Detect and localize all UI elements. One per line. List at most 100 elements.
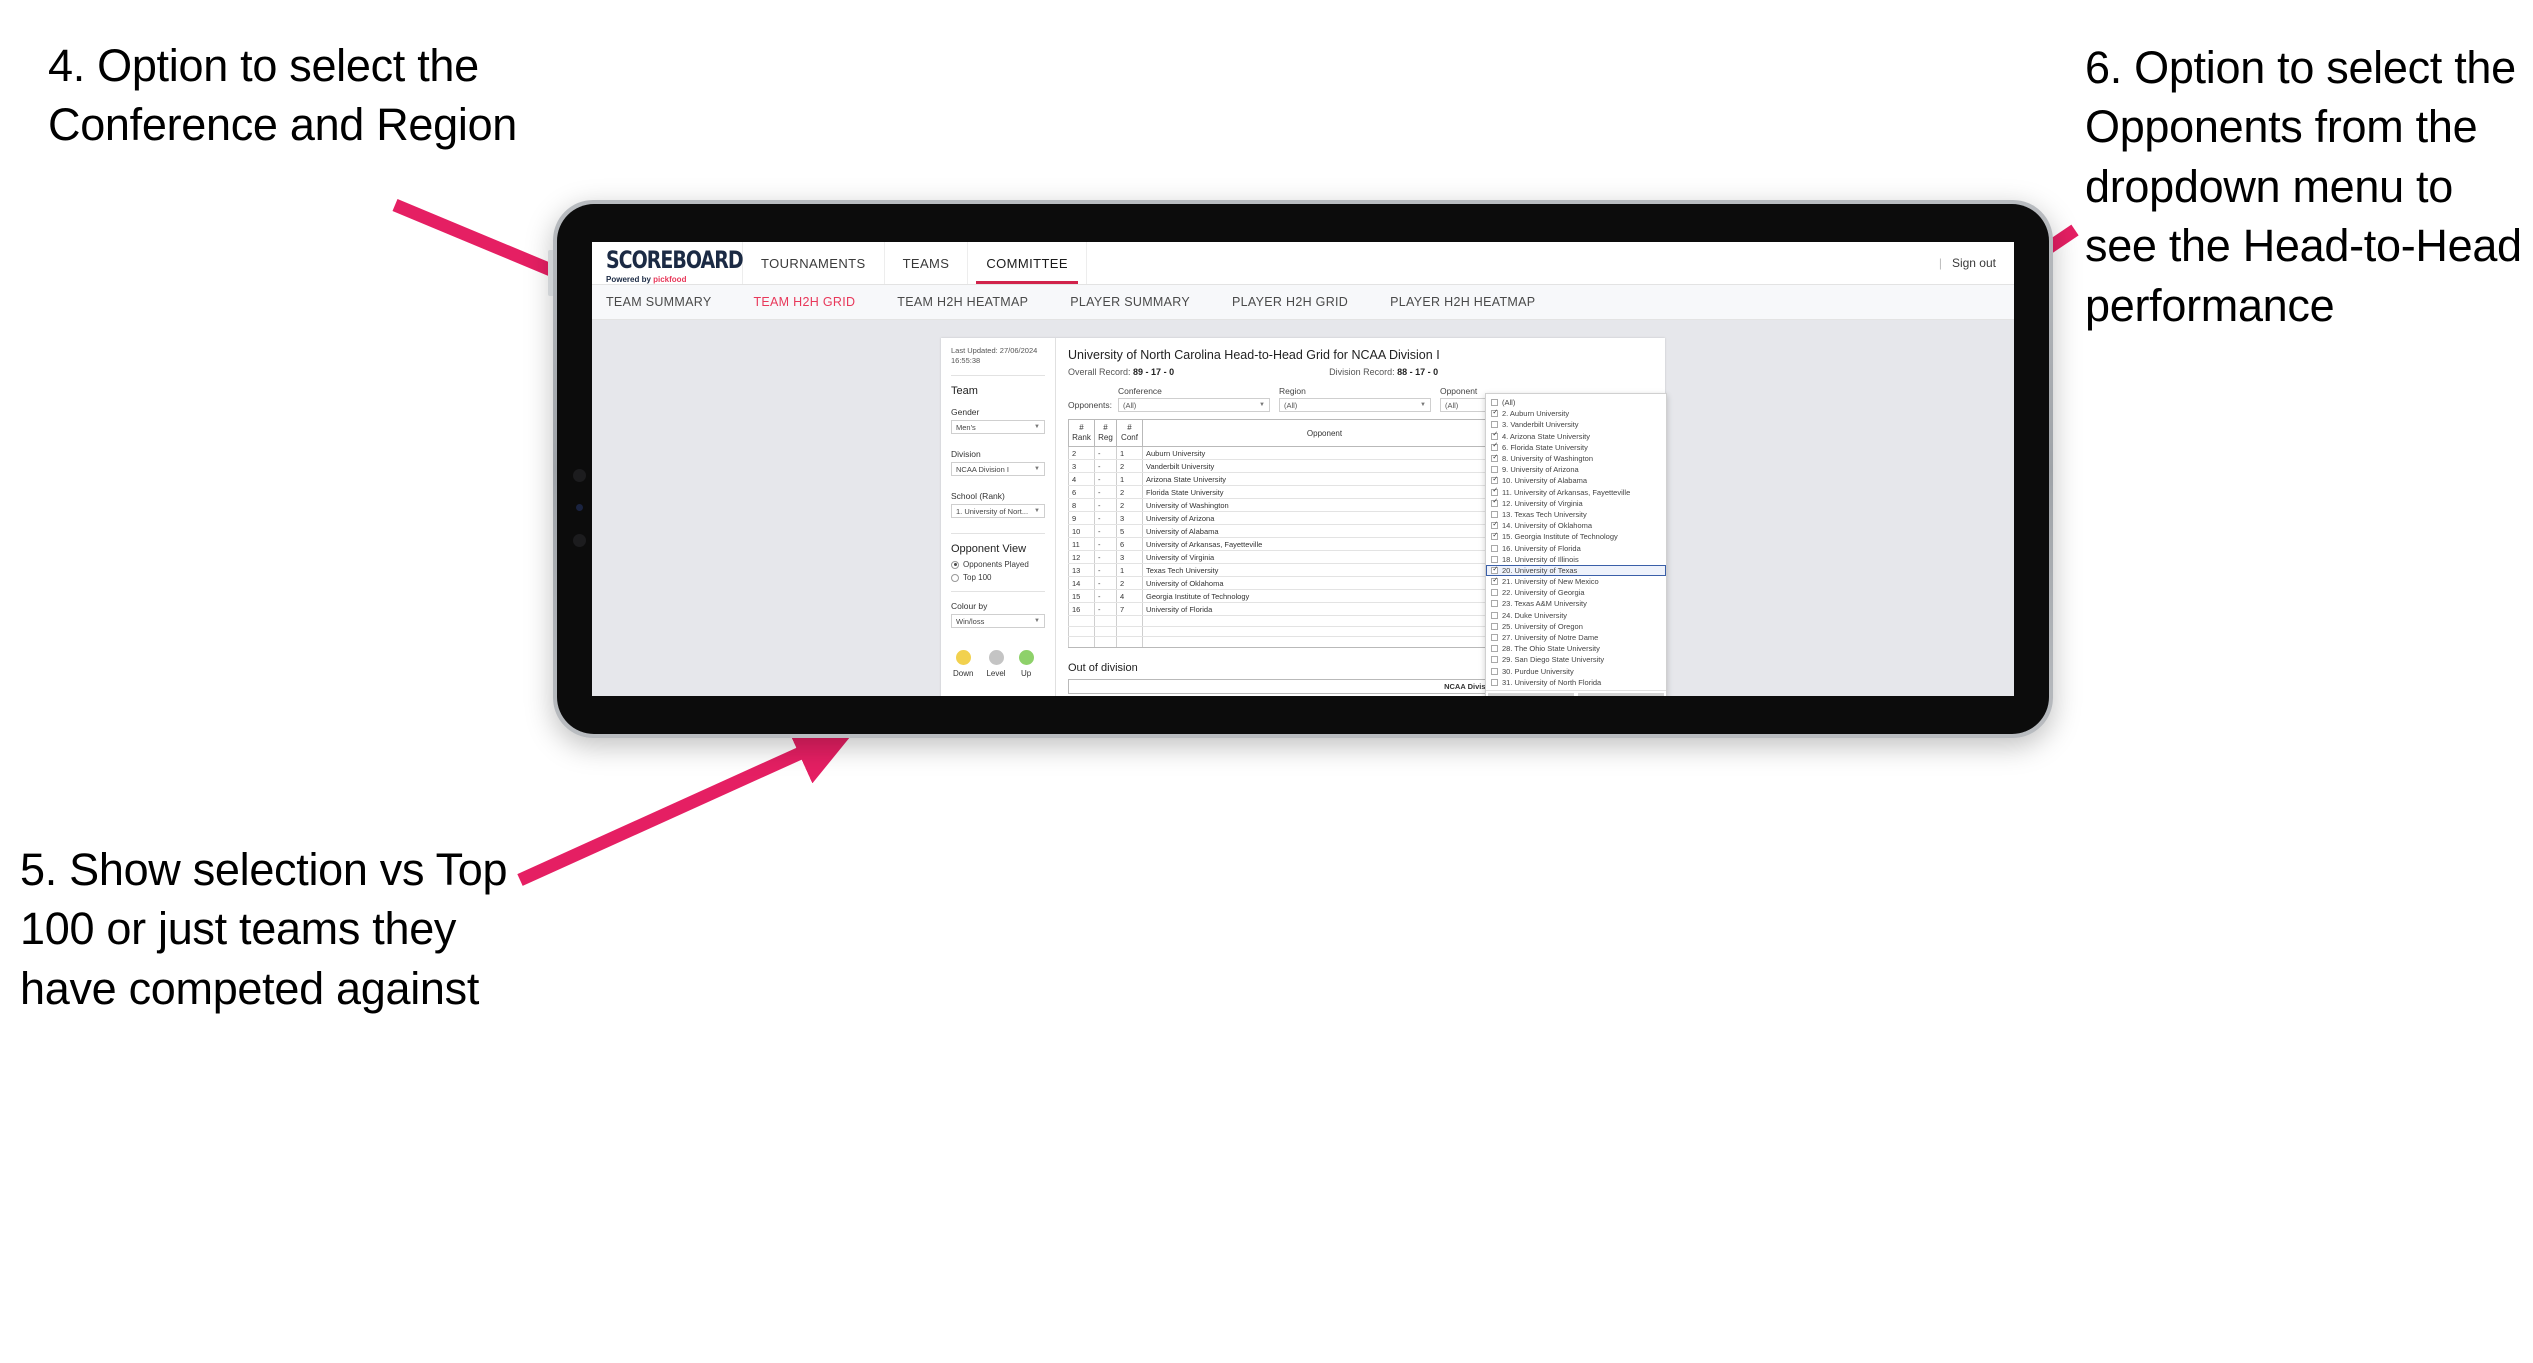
checkbox-icon[interactable] — [1491, 622, 1498, 630]
opponent-option[interactable]: 9. University of Arizona — [1486, 464, 1666, 475]
checkbox-icon[interactable] — [1491, 656, 1498, 664]
ood-label: NCAA Division II — [1068, 678, 1507, 694]
cell-reg: - — [1094, 576, 1117, 590]
checkbox-icon[interactable] — [1491, 522, 1498, 530]
checkbox-icon[interactable] — [1491, 667, 1498, 675]
cancel-button[interactable]: Cancel — [1488, 692, 1574, 696]
opponent-option-label: 30. Purdue University — [1502, 666, 1574, 676]
tablet-side-button[interactable] — [548, 250, 553, 296]
brand-logo[interactable]: SCOREBOARD Powered by pickfood — [592, 242, 744, 284]
cell-reg: - — [1094, 472, 1117, 486]
nav-teams[interactable]: TEAMS — [883, 242, 968, 284]
opponent-option[interactable]: 21. University of New Mexico — [1486, 576, 1666, 587]
subnav-player-summary[interactable]: PLAYER SUMMARY — [1070, 295, 1210, 309]
radio-opponents-played[interactable]: Opponents Played — [951, 560, 1045, 569]
opponent-option[interactable]: 27. University of Notre Dame — [1486, 632, 1666, 643]
apply-button[interactable]: Apply — [1578, 692, 1664, 696]
opponent-option[interactable]: 25. University of Oregon — [1486, 621, 1666, 632]
opponent-option[interactable]: 12. University of Virginia — [1486, 498, 1666, 509]
nav-tournaments[interactable]: TOURNAMENTS — [742, 242, 884, 284]
checkbox-icon[interactable] — [1491, 399, 1498, 407]
school-value: 1. University of Nort... — [956, 506, 1029, 516]
checkbox-icon[interactable] — [1491, 466, 1498, 474]
opponent-option[interactable]: 4. Arizona State University — [1486, 431, 1666, 442]
subnav-player-h2h-heatmap[interactable]: PLAYER H2H HEATMAP — [1390, 295, 1555, 309]
nav-committee[interactable]: COMMITTEE — [967, 242, 1087, 284]
cell-opponent: Texas Tech University — [1142, 563, 1507, 577]
checkbox-icon[interactable] — [1491, 634, 1498, 642]
opponent-option[interactable]: 10. University of Alabama — [1486, 475, 1666, 486]
opponent-option[interactable]: 28. The Ohio State University — [1486, 643, 1666, 654]
radio-top-100[interactable]: Top 100 — [951, 573, 1045, 582]
cell-opponent: University of Oklahoma — [1142, 576, 1507, 590]
opponent-option-label: 21. University of New Mexico — [1502, 577, 1599, 587]
checkbox-icon[interactable] — [1491, 611, 1498, 619]
opponent-option[interactable]: 11. University of Arkansas, Fayetteville — [1486, 487, 1666, 498]
conference-select[interactable]: (All) ▼ — [1117, 398, 1270, 412]
checkbox-icon[interactable] — [1491, 455, 1498, 463]
checkbox-icon[interactable] — [1491, 443, 1498, 451]
checkbox-icon[interactable] — [1491, 499, 1498, 507]
subnav-team-h2h-grid[interactable]: TEAM H2H GRID — [753, 295, 875, 309]
team-heading: Team — [951, 385, 978, 398]
opponent-option[interactable]: 29. San Diego State University — [1486, 654, 1666, 665]
opponent-option-label: 23. Texas A&M University — [1502, 599, 1587, 609]
checkbox-icon[interactable] — [1491, 510, 1498, 518]
division-select[interactable]: NCAA Division I ▼ — [951, 462, 1045, 477]
page-title: University of North Carolina Head-to-Hea… — [1068, 348, 1440, 362]
colour-by-select[interactable]: Win/loss ▼ — [951, 614, 1045, 629]
checkbox-icon[interactable] — [1491, 477, 1498, 485]
opponent-option[interactable]: 18. University of Illinois — [1486, 554, 1666, 565]
radio-label: Opponents Played — [963, 560, 1029, 570]
checkbox-icon[interactable] — [1491, 555, 1498, 563]
cell-opponent: Vanderbilt University — [1142, 459, 1507, 473]
opponent-option[interactable]: 22. University of Georgia — [1486, 587, 1666, 598]
subnav-player-h2h-grid[interactable]: PLAYER H2H GRID — [1232, 295, 1368, 309]
opponent-option[interactable]: 6. Florida State University — [1486, 442, 1666, 453]
opponent-option[interactable]: 8. University of Washington — [1486, 453, 1666, 464]
opponent-option[interactable]: 20. University of Texas — [1486, 564, 1666, 576]
opponent-option[interactable]: 30. Purdue University — [1486, 666, 1666, 677]
brand-tagline: Powered by pickfood — [606, 275, 687, 284]
checkbox-icon[interactable] — [1491, 645, 1498, 653]
opponent-option[interactable]: 2. Auburn University — [1486, 408, 1666, 419]
sign-out-link[interactable]: Sign out — [1952, 256, 1996, 270]
opponent-option[interactable]: 31. University of North Florida — [1486, 677, 1666, 688]
gender-select[interactable]: Men's ▼ — [951, 420, 1045, 435]
checkbox-icon[interactable] — [1491, 410, 1498, 418]
records-row: Overall Record: 89 - 17 - 0 Division Rec… — [1068, 367, 1653, 377]
checkbox-icon[interactable] — [1491, 678, 1498, 686]
checkbox-icon[interactable] — [1491, 589, 1498, 597]
dropdown-footer: Cancel Apply — [1486, 689, 1666, 696]
subnav-team-summary[interactable]: TEAM SUMMARY — [606, 295, 731, 309]
checkbox-icon[interactable] — [1491, 421, 1498, 429]
overall-record: Overall Record: 89 - 17 - 0 — [1068, 367, 1175, 377]
opponent-option[interactable]: 23. Texas A&M University — [1486, 598, 1666, 609]
last-updated-time: 16:55:38 — [951, 356, 981, 366]
checkbox-icon[interactable] — [1491, 578, 1498, 586]
opponent-dropdown-menu[interactable]: (All)2. Auburn University3. Vanderbilt U… — [1485, 393, 1667, 696]
checkbox-icon[interactable] — [1491, 544, 1498, 552]
opponent-option[interactable]: 14. University of Oklahoma — [1486, 520, 1666, 531]
opponent-option[interactable]: (All) — [1486, 397, 1666, 408]
checkbox-icon[interactable] — [1491, 488, 1498, 496]
opponent-option[interactable]: 15. Georgia Institute of Technology — [1486, 531, 1666, 542]
cell-rank: 13 — [1068, 563, 1095, 577]
school-select[interactable]: 1. University of Nort... ▼ — [951, 504, 1045, 519]
checkbox-icon[interactable] — [1491, 432, 1498, 440]
opponent-option[interactable]: 3. Vanderbilt University — [1486, 419, 1666, 430]
region-select[interactable]: (All) ▼ — [1278, 398, 1431, 412]
col-conf: # Conf — [1116, 419, 1143, 447]
opponent-option-label: 29. San Diego State University — [1502, 655, 1605, 665]
checkbox-icon[interactable] — [1491, 600, 1498, 608]
checkbox-icon[interactable] — [1491, 533, 1498, 541]
checkbox-icon[interactable] — [1491, 567, 1498, 574]
cell-reg: - — [1094, 498, 1117, 512]
opponent-option-label: 2. Auburn University — [1502, 409, 1570, 419]
opponent-option[interactable]: 13. Texas Tech University — [1486, 509, 1666, 520]
subnav-team-h2h-heatmap[interactable]: TEAM H2H HEATMAP — [897, 295, 1048, 309]
opponent-option[interactable]: 16. University of Florida — [1486, 542, 1666, 553]
opponent-option-label: 11. University of Arkansas, Fayetteville — [1502, 487, 1631, 497]
opponent-option[interactable]: 24. Duke University — [1486, 610, 1666, 621]
opponent-option-label: 10. University of Alabama — [1502, 476, 1588, 486]
